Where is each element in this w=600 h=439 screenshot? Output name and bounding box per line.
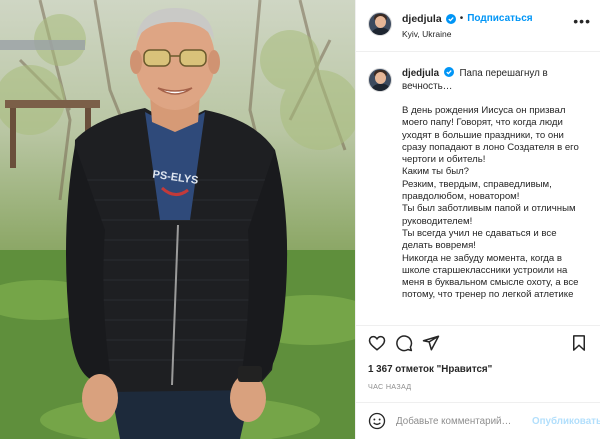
emoji-icon[interactable]: [368, 412, 386, 430]
comment-icon[interactable]: [395, 334, 413, 352]
paper-plane-icon[interactable]: [422, 334, 440, 352]
caption-text: В день рождения Иисуса он призвал моего …: [402, 105, 579, 301]
caption-first-line: djedjula Папа перешагнул в вечность…: [402, 67, 589, 93]
caption-author-avatar[interactable]: [368, 68, 392, 92]
bookmark-icon[interactable]: [570, 334, 588, 352]
post-location[interactable]: Kyiv, Ukraine: [402, 30, 533, 39]
post-photo-illustration: PS-ELYS: [0, 0, 355, 439]
post-photo[interactable]: PS-ELYS: [0, 0, 355, 439]
caption-verified-badge-icon: [443, 67, 454, 77]
action-icons: [368, 334, 588, 354]
caption-section: djedjula Папа перешагнул в вечность… В д…: [356, 52, 600, 325]
more-horizontal-icon[interactable]: •••: [573, 14, 591, 28]
author-info: djedjula • Подписаться Kyiv, Ukraine: [402, 12, 533, 39]
author-avatar[interactable]: [368, 12, 392, 36]
publish-button[interactable]: Опубликовать: [532, 416, 600, 427]
verified-badge-icon: [445, 14, 456, 24]
add-comment-bar: Опубликовать: [356, 402, 600, 439]
post-header: djedjula • Подписаться Kyiv, Ukraine •••: [356, 0, 600, 52]
likes-count[interactable]: 1 367 отметок "Нравится": [368, 364, 492, 375]
heart-icon[interactable]: [368, 334, 386, 352]
author-username[interactable]: djedjula: [402, 14, 442, 25]
caption-username[interactable]: djedjula: [402, 68, 439, 79]
post-timestamp[interactable]: ЧАС НАЗАД: [368, 382, 411, 391]
post-side-panel: djedjula • Подписаться Kyiv, Ukraine •••…: [355, 0, 600, 439]
caption-body: djedjula Папа перешагнул в вечность… В д…: [402, 67, 589, 325]
follow-button[interactable]: Подписаться: [467, 14, 532, 24]
instagram-post: PS-ELYS djedjula • Подписаться Kyiv, Ukr…: [0, 0, 600, 439]
header-separator: •: [459, 13, 464, 24]
comment-input[interactable]: [396, 415, 524, 427]
